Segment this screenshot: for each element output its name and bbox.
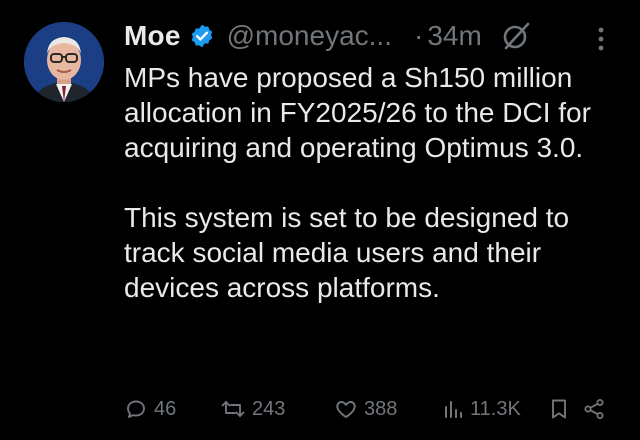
reply-icon — [127, 400, 145, 418]
share-icon — [584, 399, 604, 419]
reply-button[interactable]: 46 — [124, 392, 176, 426]
views-button[interactable]: 11.3K — [442, 392, 521, 426]
action-bar: 46 243 388 11.3K — [120, 392, 620, 426]
tweet-header: Moe @moneyac... · 34m — [124, 14, 532, 58]
reply-count: 46 — [154, 397, 177, 420]
repost-icon — [221, 401, 245, 417]
avatar[interactable] — [24, 22, 104, 102]
like-icon — [336, 401, 356, 418]
grok-icon[interactable] — [500, 20, 532, 52]
views-count: 11.3K — [470, 397, 521, 420]
bookmark-icon — [552, 399, 566, 419]
tweet-paragraph-2: This system is set to be designed to tra… — [124, 202, 570, 303]
more-icon[interactable] — [594, 24, 608, 54]
repost-button[interactable]: 243 — [220, 392, 285, 426]
share-button[interactable] — [582, 392, 612, 426]
timestamp[interactable]: 34m — [427, 20, 481, 52]
tweet-paragraph-1: MPs have proposed a Sh150 million alloca… — [124, 62, 591, 163]
bookmark-button[interactable] — [548, 392, 576, 426]
verified-badge-icon — [189, 23, 215, 49]
like-count: 388 — [364, 397, 398, 420]
tweet-text: MPs have proposed a Sh150 million alloca… — [124, 60, 624, 305]
time-separator: · — [413, 20, 424, 51]
like-button[interactable]: 388 — [334, 392, 397, 426]
tweet[interactable]: Moe @moneyac... · 34m MPs have proposed … — [0, 0, 640, 440]
author-name[interactable]: Moe — [124, 20, 181, 52]
author-handle[interactable]: @moneyac... — [227, 20, 392, 52]
repost-count: 243 — [252, 397, 286, 420]
views-icon — [445, 401, 462, 418]
